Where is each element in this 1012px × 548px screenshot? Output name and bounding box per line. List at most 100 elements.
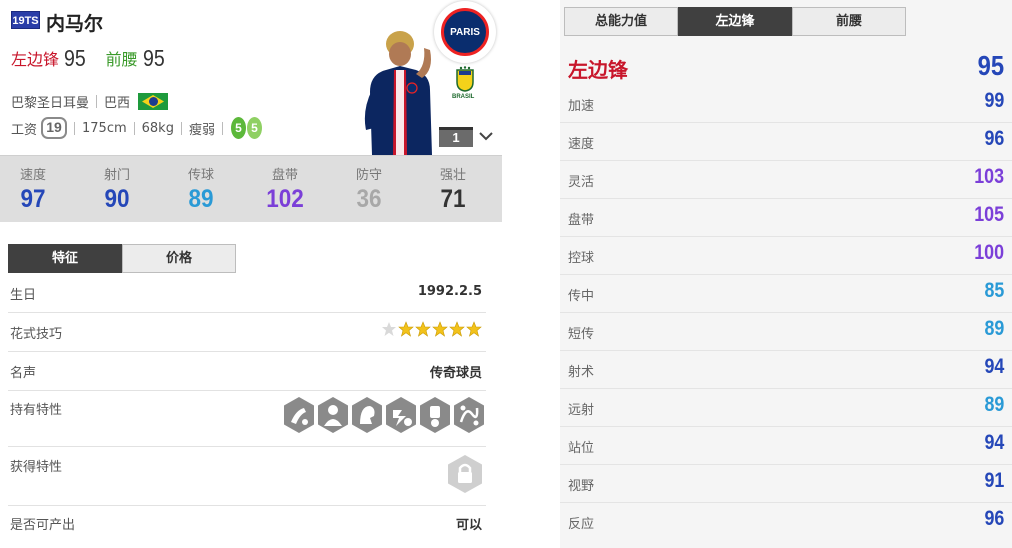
stat-value: 36: [356, 185, 382, 213]
detail-value: 96: [984, 507, 1004, 530]
reputation-label: 名声: [10, 366, 37, 381]
tradable-value: 可以: [455, 518, 482, 533]
detail-value: 89: [984, 393, 1004, 416]
detail-label: 站位: [568, 441, 595, 456]
tab-traits[interactable]: 特征: [8, 244, 122, 273]
birthday-value: 1992.2.5: [417, 284, 482, 299]
detail-row-reactions: 反应 96: [560, 503, 1012, 541]
divider: [180, 121, 182, 135]
detail-value: 94: [984, 431, 1004, 454]
diver-trait-icon[interactable]: [418, 396, 452, 434]
stat-value: 97: [20, 185, 46, 213]
stat-dribbling: 盘带 102: [255, 164, 315, 214]
chevron-down-icon[interactable]: [477, 127, 495, 145]
stat-label: 防守: [355, 168, 382, 183]
detail-row-crossing: 传中 85: [560, 275, 1012, 313]
stat-physical: 强壮 71: [423, 164, 483, 214]
club-nation-row: 巴黎圣日耳曼 巴西: [11, 92, 169, 111]
height: 175cm: [82, 120, 127, 136]
position-ratings: 左边锋 95 前腰 95: [11, 44, 184, 72]
star-icon: [466, 321, 482, 337]
tab-overall[interactable]: 总能力值: [564, 7, 678, 36]
flair-trait-icon[interactable]: [282, 396, 316, 434]
nation-badge-text: BRASIL: [452, 94, 475, 100]
selfish-trait-icon[interactable]: [316, 396, 350, 434]
strong-foot-rating: 5: [246, 117, 262, 139]
salary-label: 工资: [11, 122, 38, 138]
detail-row-vision: 视野 91: [560, 465, 1012, 503]
detail-row-long-shots: 远射 89: [560, 389, 1012, 427]
stat-defending: 防守 36: [339, 164, 399, 214]
psg-club-icon: PARIS: [434, 1, 496, 63]
birthday-row: 生日 1992.2.5: [8, 274, 486, 313]
tab-cam[interactable]: 前腰: [792, 7, 906, 36]
detail-value: 85: [984, 279, 1004, 302]
stat-label: 传球: [187, 168, 214, 183]
detail-row-agility: 灵活 103: [560, 161, 1012, 199]
stat-label: 速度: [19, 168, 46, 183]
traits-label: 持有特性: [10, 403, 63, 418]
season-badge: 19TS: [11, 11, 40, 29]
detail-label: 加速: [568, 99, 595, 114]
detail-label: 远射: [568, 403, 595, 418]
stat-value: 102: [266, 185, 304, 213]
reputation-row: 名声 传奇球员: [8, 352, 486, 391]
position-label-lw: 左边锋: [11, 50, 60, 69]
stat-label: 盘带: [271, 168, 298, 183]
detail-value: 103: [974, 165, 1004, 188]
detail-label: 盘带: [568, 213, 595, 228]
weight: 68kg: [141, 120, 174, 136]
stat-label: 射门: [103, 168, 130, 183]
club-logo-text: PARIS: [450, 26, 480, 38]
finesse-trait-icon[interactable]: [350, 396, 384, 434]
detail-label: 短传: [568, 327, 595, 342]
star-icon: [382, 322, 396, 336]
stat-value: 71: [440, 185, 466, 213]
star-icon: [449, 321, 465, 337]
detail-label: 视野: [568, 479, 595, 494]
tab-lw[interactable]: 左边锋: [678, 7, 792, 36]
detail-label: 速度: [568, 137, 595, 152]
skill-moves-row: 花式技巧: [8, 313, 486, 352]
club-name: 巴黎圣日耳曼: [11, 96, 90, 111]
star-icon: [415, 321, 431, 337]
star-icon: [398, 321, 414, 337]
player-name: 内马尔: [46, 13, 104, 35]
divider: [133, 121, 135, 135]
stat-value: 90: [104, 185, 130, 213]
speed-dribbler-trait-icon[interactable]: [384, 396, 418, 434]
enhance-level[interactable]: 1: [439, 127, 473, 147]
acquired-traits-row: 获得特性: [8, 448, 486, 506]
reputation-value: 传奇球员: [429, 366, 482, 381]
nation-name: 巴西: [104, 96, 131, 111]
stat-label: 强壮: [439, 168, 466, 183]
detail-label: 控球: [568, 251, 595, 266]
skill-stars: [380, 321, 482, 337]
detail-row-positioning: 站位 94: [560, 427, 1012, 465]
detail-value: 99: [984, 89, 1004, 112]
stat-value: 89: [188, 185, 214, 213]
detail-row-dribbling: 盘带 105: [560, 199, 1012, 237]
divider: [96, 95, 98, 108]
position-value-lw: 95: [64, 44, 86, 71]
trait-icons: [282, 396, 486, 434]
detail-label: 射术: [568, 365, 595, 380]
detail-value: 94: [984, 355, 1004, 378]
body-type: 瘦弱: [188, 122, 215, 138]
birthday-label: 生日: [10, 288, 37, 303]
stat-pace: 速度 97: [3, 164, 63, 214]
detail-label: 传中: [568, 289, 595, 304]
brazil-flag-icon: [138, 93, 169, 110]
detail-label: 灵活: [568, 175, 595, 190]
tradable-label: 是否可产出: [10, 518, 76, 533]
detail-row-finishing: 射术 94: [560, 351, 1012, 389]
position-detail-title: 左边锋: [568, 58, 628, 82]
position-label-cam: 前腰: [105, 50, 138, 69]
detail-row-sprint-speed: 速度 96: [560, 123, 1012, 161]
stats-bar: 速度 97 射门 90 传球 89 盘带 102 防守 36 强壮 71: [0, 155, 502, 222]
cbf-icon: [456, 66, 474, 92]
salary-badge: 19: [41, 117, 68, 139]
playmaker-trait-icon[interactable]: [452, 396, 486, 434]
skill-label: 花式技巧: [10, 327, 63, 342]
tab-price[interactable]: 价格: [122, 244, 236, 273]
